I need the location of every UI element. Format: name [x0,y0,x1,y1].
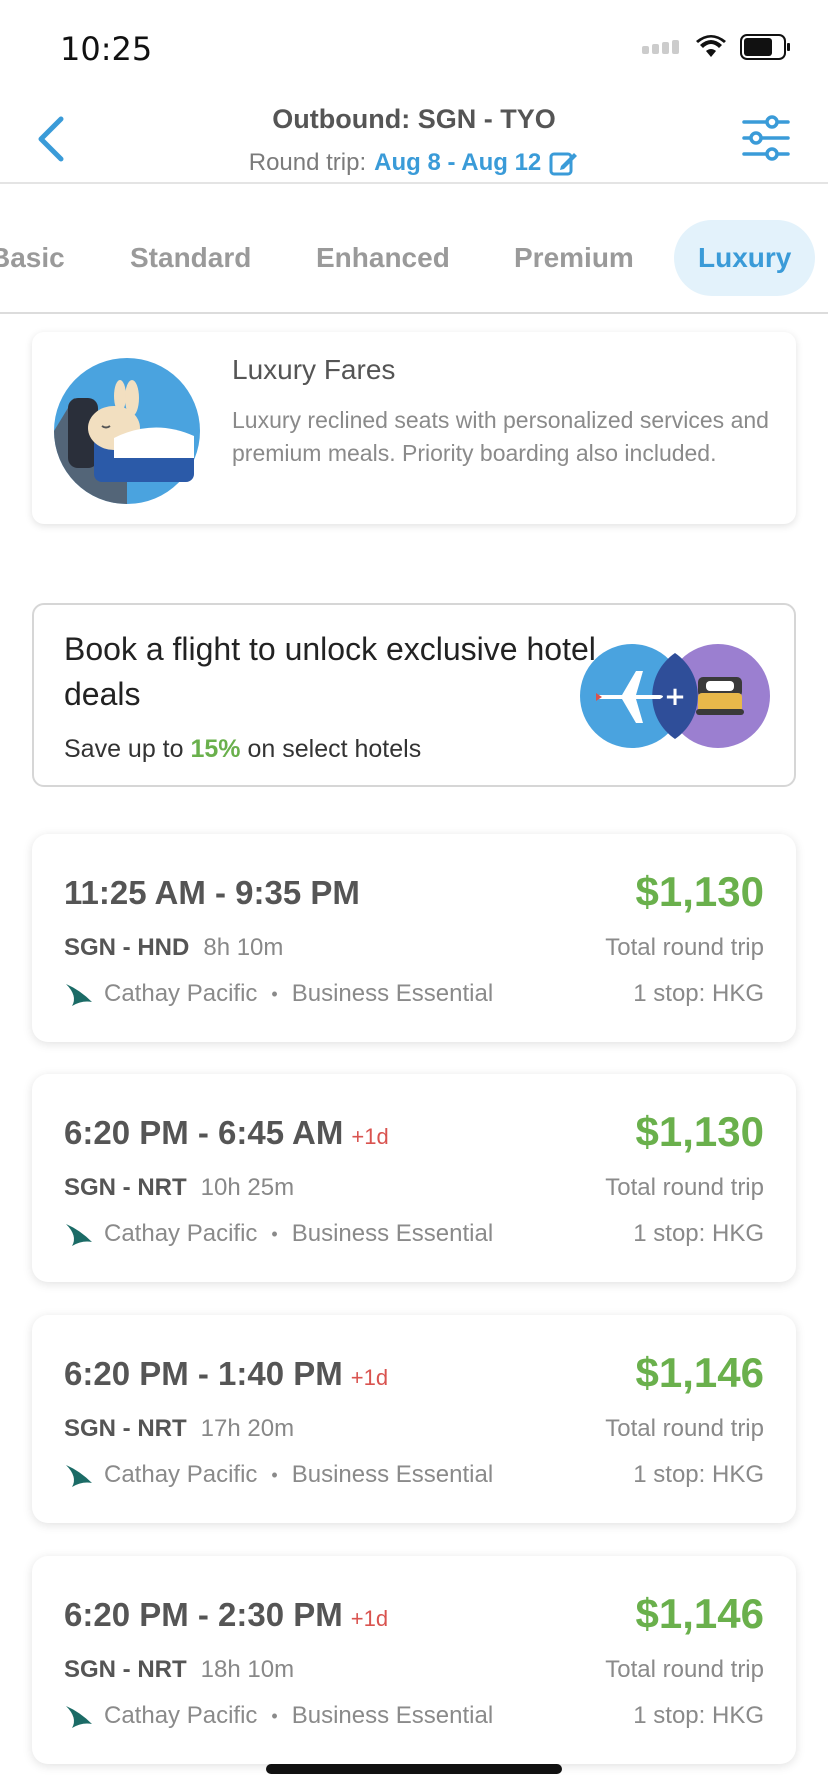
trip-type-label: Round trip: [248,149,367,176]
flight-card[interactable]: 11:25 AM - 9:35 PM SGN - HND 8h 10m Catha… [32,834,796,1042]
header: Outbound: SGN - TYO Round trip: Aug 8 - … [0,96,828,184]
fare-info-title: Luxury Fares [232,354,396,385]
cathay-pacific-logo-icon [66,1706,92,1728]
flight-airline: Cathay Pacific • Business Essential [64,1702,493,1730]
status-bar: 10:25 [0,0,828,96]
status-icons [642,34,792,60]
price-label: Total round trip [605,1656,764,1683]
home-indicator[interactable] [266,1764,562,1774]
flight-stops: 1 stop: HKG [633,1220,764,1247]
promo-subtitle: Save up to 15% on select hotels [64,735,421,764]
flight-airline: Cathay Pacific • Business Essential [64,980,493,1008]
flight-times: 6:20 PM - 6:45 AM +1d [64,1114,389,1152]
flight-route: SGN - NRT 17h 20m [64,1415,294,1443]
trip-dates[interactable]: Round trip: Aug 8 - Aug 12 [0,148,828,178]
day-offset: +1d [350,1606,389,1631]
airline-name: Cathay Pacific [104,1220,258,1247]
flight-stops: 1 stop: HKG [633,1461,764,1488]
flight-stops: 1 stop: HKG [633,980,764,1007]
price-label: Total round trip [605,1174,764,1201]
flight-route: SGN - NRT 18h 10m [64,1656,294,1684]
status-time: 10:25 [60,30,153,68]
flight-times: 6:20 PM - 2:30 PM +1d [64,1596,388,1634]
flight-card[interactable]: 6:20 PM - 6:45 AM +1d SGN - NRT 10h 25m Ca… [32,1074,796,1282]
airline-name: Cathay Pacific [104,980,258,1007]
flight-price: $1,130 [635,868,764,915]
wifi-icon [696,35,726,57]
flight-stops: 1 stop: HKG [633,1702,764,1729]
promo-title: Book a flight to unlock exclusive hotel … [64,631,596,712]
fare-class: Business Essential [291,980,494,1007]
flight-price: $1,146 [635,1590,764,1637]
flight-time-range: 6:20 PM - 2:30 PM [64,1596,343,1633]
flight-time-range: 6:20 PM - 1:40 PM [64,1355,343,1392]
flight-price: $1,130 [635,1108,764,1155]
flight-route: SGN - NRT 10h 25m [64,1174,294,1202]
route-codes: SGN - NRT [64,1415,187,1442]
flight-airline: Cathay Pacific • Business Essential [64,1461,493,1489]
cathay-pacific-logo-icon [66,1224,92,1246]
fare-class: Business Essential [291,1702,494,1729]
route-codes: SGN - NRT [64,1174,187,1201]
price-label: Total round trip [605,934,764,961]
day-offset: +1d [350,1365,389,1390]
promo-sub-suffix: on select hotels [247,735,422,763]
fare-class: Business Essential [291,1461,494,1488]
svg-text:+: + [664,682,686,712]
battery-icon [740,34,790,60]
edit-icon[interactable] [549,148,579,178]
route-codes: SGN - HND [64,934,190,961]
route-codes: SGN - NRT [64,1656,187,1683]
promo-discount: 15% [190,735,241,763]
tab-standard[interactable]: Standard [130,220,251,296]
hotel-deals-banner[interactable]: Book a flight to unlock exclusive hotel … [32,603,796,787]
fare-tabs: Basic Standard Enhanced Premium Luxury [0,186,828,314]
tab-enhanced[interactable]: Enhanced [316,220,450,296]
sliders-icon [742,115,790,161]
flight-airline: Cathay Pacific • Business Essential [64,1220,493,1248]
fare-info-description: Luxury reclined seats with personalized … [232,407,769,466]
flight-card[interactable]: 6:20 PM - 2:30 PM +1d SGN - NRT 18h 10m Ca… [32,1556,796,1764]
flight-plus-hotel-icon: + [580,644,770,748]
trip-dates-value[interactable]: Aug 8 - Aug 12 [374,149,541,177]
tab-premium[interactable]: Premium [514,220,634,296]
tab-luxury[interactable]: Luxury [674,220,816,296]
price-label: Total round trip [605,1415,764,1442]
filter-button[interactable] [740,112,792,164]
airline-name: Cathay Pacific [104,1461,258,1488]
flight-duration: 10h 25m [200,1174,295,1201]
flight-duration: 18h 10m [200,1656,295,1683]
day-offset: +1d [351,1124,389,1149]
page-title: Outbound: SGN - TYO [272,104,556,134]
fare-info-card: Luxury Fares Luxury reclined seats with … [32,332,796,524]
flight-times: 11:25 AM - 9:35 PM [64,874,368,912]
flight-time-range: 11:25 AM - 9:35 PM [64,874,360,911]
flight-time-range: 6:20 PM - 6:45 AM [64,1114,344,1151]
flight-times: 6:20 PM - 1:40 PM +1d [64,1355,388,1393]
fare-class: Business Essential [291,1220,494,1247]
tab-basic[interactable]: Basic [0,220,65,296]
cathay-pacific-logo-icon [66,984,92,1006]
signal-icon [642,40,679,54]
airline-name: Cathay Pacific [104,1702,258,1729]
flight-price: $1,146 [635,1349,764,1396]
flight-card[interactable]: 6:20 PM - 1:40 PM +1d SGN - NRT 17h 20m Ca… [32,1315,796,1523]
sleeping-bunny-illustration [54,358,200,504]
flight-duration: 17h 20m [200,1415,295,1442]
promo-sub-prefix: Save up to [64,735,184,763]
flight-route: SGN - HND 8h 10m [64,934,283,962]
cathay-pacific-logo-icon [66,1465,92,1487]
flight-duration: 8h 10m [203,934,284,961]
